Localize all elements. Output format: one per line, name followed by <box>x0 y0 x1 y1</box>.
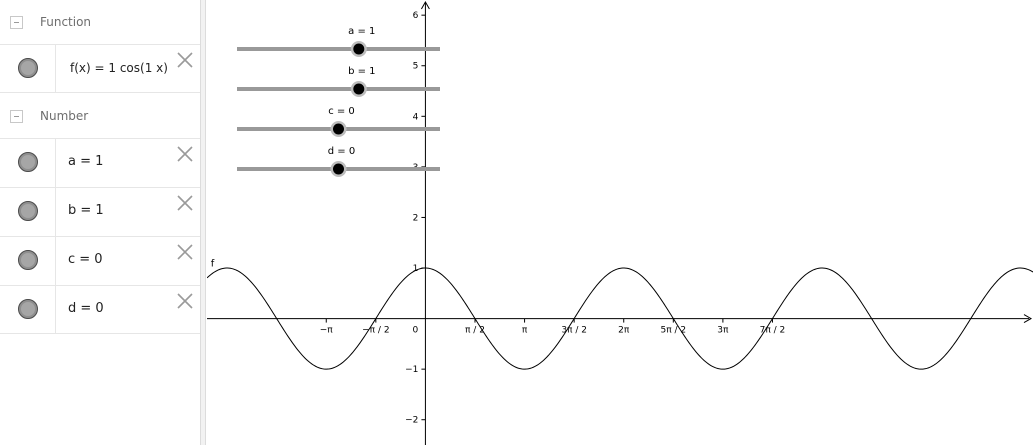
close-icon[interactable] <box>176 145 194 163</box>
group-label: Number <box>40 109 89 123</box>
y-tick-label: 1 <box>413 264 419 274</box>
slider-knob[interactable] <box>353 43 365 55</box>
y-tick-label: −2 <box>405 416 418 426</box>
marble-cell <box>0 45 56 92</box>
view-splitter[interactable] <box>200 0 206 445</box>
visibility-toggle-icon[interactable] <box>18 201 38 221</box>
slider-knob[interactable] <box>333 163 344 175</box>
number-definition[interactable]: a = 1 <box>68 154 103 169</box>
algebra-item-a[interactable]: a = 1 <box>0 138 200 187</box>
function-group-header[interactable]: Function <box>0 0 200 46</box>
number-definition[interactable]: c = 0 <box>68 252 103 267</box>
x-tick-label: 3π <box>717 326 729 336</box>
number-group-header[interactable]: Number <box>0 94 200 140</box>
collapse-icon[interactable] <box>10 110 23 123</box>
slider-label: c = 0 <box>328 106 355 117</box>
function-definition[interactable]: f(x) = 1 cos(1 x) <box>70 61 168 75</box>
visibility-toggle-icon[interactable] <box>18 299 38 319</box>
close-icon[interactable] <box>176 292 194 310</box>
number-definition[interactable]: d = 0 <box>68 301 104 316</box>
algebra-item-c[interactable]: c = 0 <box>0 236 200 285</box>
y-tick-label: −1 <box>405 365 418 375</box>
axes: −π −π / 2π / 2 π 3π / 2 2π 5π / 2 3π 7π / 20654… <box>207 0 1033 445</box>
visibility-toggle-icon[interactable] <box>18 152 38 172</box>
marble-cell <box>0 188 56 236</box>
slider-c[interactable]: c = 0 <box>237 106 440 137</box>
y-tick-label: 2 <box>413 213 419 223</box>
y-tick-label: 5 <box>413 62 419 72</box>
function-label: f <box>211 259 215 270</box>
origin-label: 0 <box>413 326 419 336</box>
close-icon[interactable] <box>176 194 194 212</box>
x-tick-label: 2π <box>618 326 630 336</box>
graphics-view[interactable]: −π −π / 2π / 2 π 3π / 2 2π 5π / 2 3π 7π / 20654… <box>207 0 1033 445</box>
slider-knob[interactable] <box>333 123 344 135</box>
slider-a[interactable]: a = 1 <box>237 26 440 57</box>
slider-label: b = 1 <box>348 66 375 77</box>
number-definition[interactable]: b = 1 <box>68 203 104 218</box>
y-tick-label: 6 <box>413 11 419 21</box>
slider-d[interactable]: d = 0 <box>237 146 440 177</box>
visibility-toggle-icon[interactable] <box>18 250 38 270</box>
close-icon[interactable] <box>176 243 194 261</box>
algebra-item-d[interactable]: d = 0 <box>0 285 200 334</box>
slider-label: d = 0 <box>328 146 355 157</box>
group-label: Function <box>40 15 92 29</box>
algebra-view: Function f(x) = 1 cos(1 x) Number a = 1 … <box>0 0 200 445</box>
marble-cell <box>0 139 56 187</box>
collapse-icon[interactable] <box>10 16 23 29</box>
y-tick-label: 4 <box>413 112 419 122</box>
x-tick-label: 3π / 2 <box>561 326 587 336</box>
marble-cell <box>0 286 56 333</box>
slider-label: a = 1 <box>348 26 375 37</box>
visibility-toggle-icon[interactable] <box>18 58 38 78</box>
marble-cell <box>0 237 56 285</box>
sliders: a = 1 b = 1 c = 0 d = 0 <box>237 26 440 177</box>
slider-knob[interactable] <box>353 83 365 95</box>
x-tick-label: 7π / 2 <box>760 326 786 336</box>
algebra-item-b[interactable]: b = 1 <box>0 187 200 236</box>
function-graph[interactable]: f <box>207 259 1033 370</box>
close-icon[interactable] <box>176 51 194 69</box>
algebra-item-f[interactable]: f(x) = 1 cos(1 x) <box>0 44 200 93</box>
x-tick-label: −π <box>320 326 334 336</box>
slider-b[interactable]: b = 1 <box>237 66 440 97</box>
x-tick-label: 5π / 2 <box>660 326 686 336</box>
x-tick-label: π <box>522 326 528 336</box>
